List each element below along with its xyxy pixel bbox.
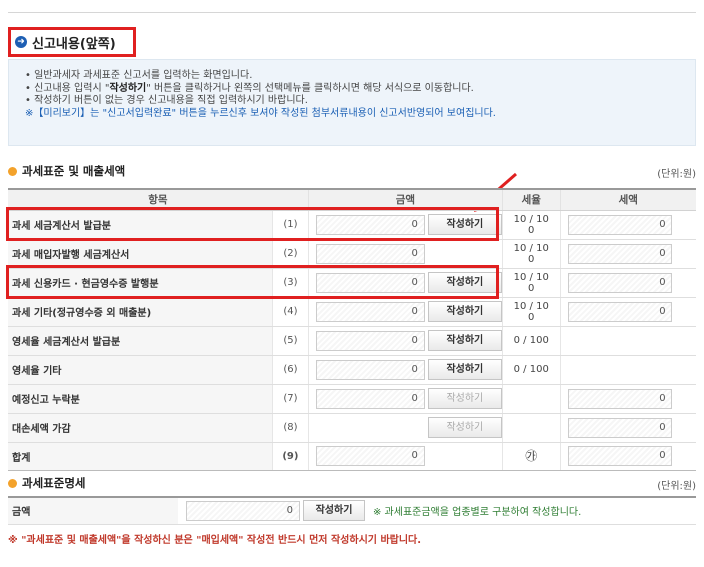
- total-label: 합계: [8, 442, 273, 471]
- info-box: • 일반과세자 과세표준 신고서를 입력하는 화면입니다. • 신고내용 입력시…: [8, 59, 696, 146]
- write-button[interactable]: 작성하기: [427, 330, 502, 351]
- amount-field[interactable]: 0: [315, 330, 425, 351]
- table-row: 영세율 기타 (6) 0 작성하기 0 / 100: [8, 355, 696, 385]
- row-label: 과세 기타(정규영수증 외 매출분): [8, 297, 273, 327]
- info-line-4: ※【미리보기】는 "신고서입력완료" 버튼을 누르신후 보셔야 작성된 첨부서류…: [25, 107, 496, 119]
- orange-dot-icon: [8, 166, 17, 176]
- info-bold-write: 작성하기: [109, 82, 147, 94]
- row-number: (4): [271, 297, 309, 327]
- total-number: (9): [271, 442, 309, 471]
- sales-section-title: 과세표준 및 매출세액: [8, 163, 125, 179]
- info-line-2: • 신고내용 입력시 "작성하기" 버튼을 클릭하거나 왼쪽의 선택메뉴를 클릭…: [25, 82, 474, 94]
- write-button[interactable]: 작성하기: [427, 301, 502, 322]
- tax-field[interactable]: 0: [567, 388, 672, 409]
- total-row: 합계 (9) 0 ㉮ 0: [8, 442, 696, 471]
- header-rate: 세율: [501, 189, 561, 211]
- detail-label: 금액: [8, 497, 178, 525]
- row-number: (3): [271, 268, 309, 298]
- detail-amount-field[interactable]: 0: [186, 500, 300, 521]
- section-title-highlight: ➜ 신고내용(앞쪽): [8, 27, 136, 57]
- table-row: 과세 세금계산서 발급분 (1) 0 작성하기 10 / 10 0 0: [8, 210, 696, 240]
- header-item: 항목: [8, 189, 309, 211]
- rate-cell: 10 / 10 0: [501, 210, 561, 240]
- row-label: 과세 매입자발행 세금계산서: [8, 239, 273, 269]
- amount-field[interactable]: 0: [315, 214, 425, 235]
- detail-write-button[interactable]: 작성하기: [303, 500, 365, 522]
- row-label: 과세 세금계산서 발급분: [8, 210, 273, 240]
- rate-empty-cell: [501, 413, 561, 443]
- table-row: 영세율 세금계산서 발급분 (5) 0 작성하기 0 / 100: [8, 326, 696, 356]
- write-button[interactable]: 작성하기: [427, 272, 502, 293]
- sales-unit: (단위:원): [657, 169, 696, 180]
- tax-empty-cell: [559, 326, 696, 356]
- tax-field[interactable]: 0: [567, 417, 672, 438]
- write-button[interactable]: 작성하기: [427, 417, 502, 438]
- row-label: 영세율 기타: [8, 355, 273, 385]
- amount-field[interactable]: 0: [315, 272, 425, 293]
- detail-unit: (단위:원): [657, 481, 696, 492]
- rate-cell: 10 / 10 0: [501, 239, 561, 269]
- detail-section-title: 과세표준명세: [8, 475, 85, 491]
- total-amount-field[interactable]: 0: [315, 446, 425, 466]
- row-label: 과세 신용카드 · 현금영수증 발행분: [8, 268, 273, 298]
- tax-field[interactable]: 0: [567, 301, 672, 322]
- write-button[interactable]: 작성하기: [427, 359, 502, 380]
- tax-field[interactable]: 0: [567, 272, 672, 293]
- total-rate-symbol: ㉮: [501, 442, 561, 471]
- write-button[interactable]: 작성하기: [427, 388, 502, 409]
- table-row: 과세 매입자발행 세금계산서 (2) 0 10 / 10 0 0: [8, 239, 696, 269]
- detail-note: ※ 과세표준금액을 업종별로 구분하여 작성합니다.: [365, 497, 696, 525]
- amount-field[interactable]: 0: [315, 388, 425, 409]
- header-amount: 금액: [307, 189, 503, 211]
- row-number: (1): [271, 210, 309, 240]
- info-line-3: • 작성하기 버튼이 없는 경우 신고내용을 직접 입력하시기 바랍니다.: [25, 95, 308, 106]
- orange-dot-icon: [8, 478, 17, 488]
- rate-cell: 0 / 100: [501, 355, 561, 385]
- table-row: 과세 신용카드 · 현금영수증 발행분 (3) 0 작성하기 10 / 10 0 0: [8, 268, 696, 298]
- row-number: (5): [271, 326, 309, 356]
- footnote: ※ "과세표준 및 매출세액"을 작성하신 분은 "매입세액" 작성전 반드시 …: [8, 535, 422, 546]
- row-label: 대손세액 가감: [8, 413, 273, 443]
- rate-cell: 10 / 10 0: [501, 268, 561, 298]
- tax-field[interactable]: 0: [567, 243, 672, 264]
- circle-arrow-icon: ➜: [15, 36, 27, 48]
- section-title: 신고내용(앞쪽): [32, 36, 116, 52]
- total-tax-field[interactable]: 0: [567, 446, 672, 466]
- rate-empty-cell: [501, 384, 561, 414]
- row-number: (7): [271, 384, 309, 414]
- amount-empty: [316, 418, 425, 438]
- table-row: 금액 0 작성하기 ※ 과세표준금액을 업종별로 구분하여 작성합니다.: [8, 497, 696, 525]
- amount-field[interactable]: 0: [315, 359, 425, 380]
- write-button[interactable]: 작성하기: [427, 214, 502, 235]
- table-row: 예정신고 누락분 (7) 0 작성하기 0: [8, 384, 696, 414]
- row-label: 예정신고 누락분: [8, 384, 273, 414]
- info-line-1: • 일반과세자 과세표준 신고서를 입력하는 화면입니다.: [25, 70, 253, 81]
- row-number: (8): [271, 413, 309, 443]
- row-number: (2): [271, 239, 309, 269]
- tax-field[interactable]: 0: [567, 214, 672, 235]
- table-row: 과세 기타(정규영수증 외 매출분) (4) 0 작성하기 10 / 10 0 0: [8, 297, 696, 327]
- rate-cell: 10 / 10 0: [501, 297, 561, 327]
- row-number: (6): [271, 355, 309, 385]
- top-divider: [8, 12, 696, 13]
- rate-cell: 0 / 100: [501, 326, 561, 356]
- tax-empty-cell: [559, 355, 696, 385]
- sales-table-header: 항목 금액 세율 세액: [8, 189, 696, 211]
- amount-field[interactable]: 0: [315, 243, 425, 264]
- table-row: 대손세액 가감 (8) 작성하기 0: [8, 413, 696, 443]
- sales-table: 항목 금액 세율 세액 과세 세금계산서 발급분 (1) 0 작성하기 10 / …: [8, 188, 696, 471]
- header-tax: 세액: [559, 189, 696, 211]
- row-label: 영세율 세금계산서 발급분: [8, 326, 273, 356]
- detail-table: 금액 0 작성하기 ※ 과세표준금액을 업종별로 구분하여 작성합니다.: [8, 496, 696, 525]
- amount-field[interactable]: 0: [315, 301, 425, 322]
